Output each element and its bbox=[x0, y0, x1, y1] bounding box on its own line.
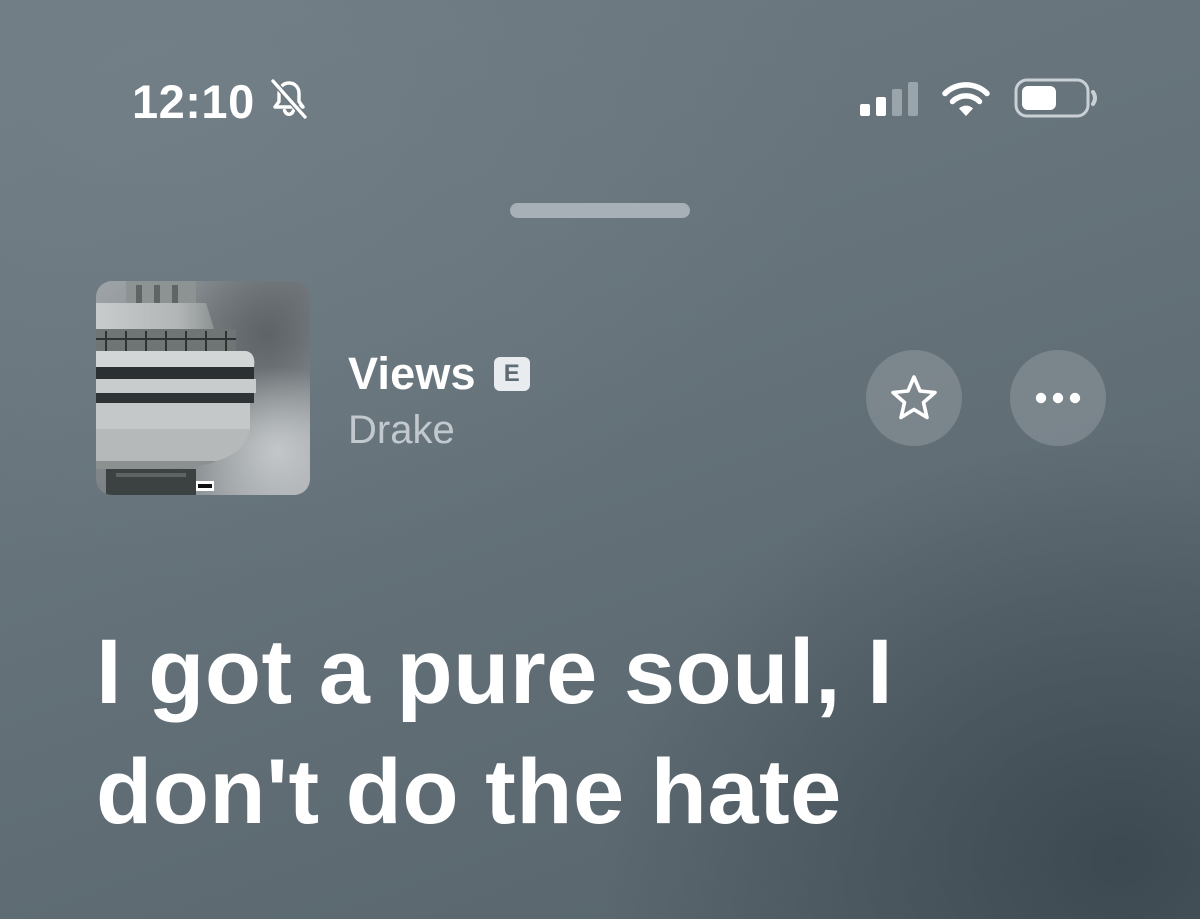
cellular-signal-icon bbox=[860, 82, 918, 116]
battery-icon bbox=[1014, 78, 1097, 118]
album-artist[interactable]: Drake bbox=[348, 408, 455, 453]
wifi-icon bbox=[942, 82, 990, 116]
album-title-row: Views E bbox=[348, 348, 530, 400]
status-bar: 12:10 bbox=[0, 0, 1200, 140]
status-time: 12:10 bbox=[132, 75, 255, 128]
sheet-grabber-handle[interactable] bbox=[510, 203, 690, 218]
lyric-line[interactable]: I got a pure soul, I bbox=[96, 612, 1136, 732]
star-icon bbox=[891, 375, 937, 420]
more-options-button[interactable] bbox=[1010, 350, 1106, 446]
bell-slash-icon bbox=[270, 79, 308, 119]
ellipsis-icon bbox=[1035, 392, 1081, 404]
lyrics-panel[interactable]: I got a pure soul, I don't do the hate bbox=[96, 612, 1136, 852]
explicit-badge: E bbox=[493, 357, 530, 391]
album-title[interactable]: Views bbox=[348, 348, 476, 400]
favorite-button[interactable] bbox=[866, 350, 962, 446]
album-artwork[interactable] bbox=[96, 281, 310, 495]
lyric-line[interactable]: don't do the hate bbox=[96, 732, 1136, 852]
